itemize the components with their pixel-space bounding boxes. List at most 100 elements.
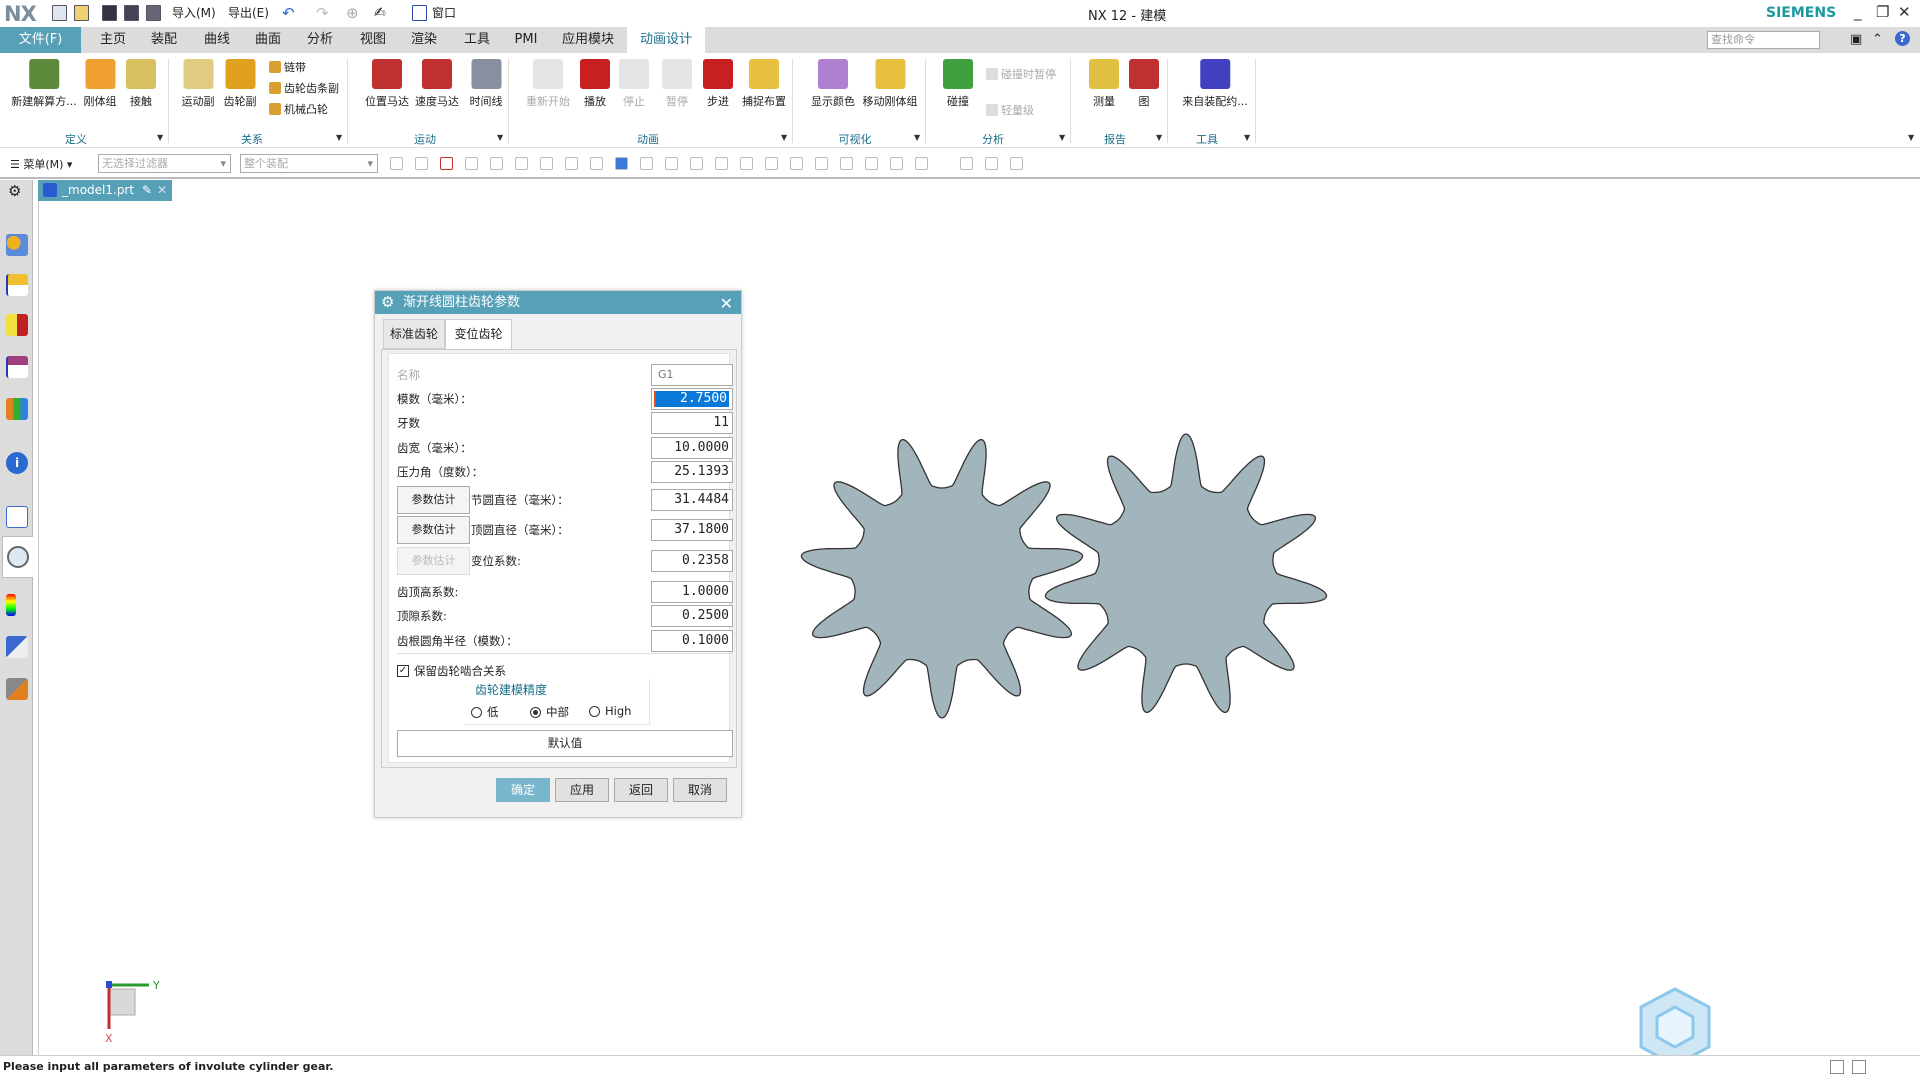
toolbar-tool-icon[interactable] [960, 157, 973, 170]
estimate-button[interactable]: 参数估计 [397, 486, 470, 514]
estimate-button[interactable]: 参数估计 [397, 516, 470, 544]
reuse-library-icon[interactable] [6, 398, 28, 420]
settings-icon[interactable]: ⚙ [8, 182, 21, 200]
group-more-icon[interactable]: ▼ [497, 133, 503, 142]
export-menu[interactable]: 导出(E) [228, 5, 269, 22]
ribbon-button[interactable]: 步进 [703, 57, 733, 109]
toolbar-tool-icon[interactable] [615, 157, 628, 170]
ribbon-button[interactable]: 速度马达 [415, 57, 459, 109]
ribbon-button[interactable]: 播放 [580, 57, 610, 109]
graphics-viewport[interactable]: Y X [38, 201, 1920, 1067]
system-scene-icon[interactable] [6, 678, 28, 700]
window-menu[interactable]: 窗口 [432, 5, 456, 22]
ribbon-button[interactable]: 碰撞 [943, 57, 973, 109]
collapse-ribbon-icon[interactable]: ⌃ [1872, 32, 1883, 47]
tab-standard-gear[interactable]: 标准齿轮 [383, 319, 445, 349]
toolbar-tool-icon[interactable] [985, 157, 998, 170]
tab-shifted-gear[interactable]: 变位齿轮 [445, 319, 512, 349]
ribbon-button[interactable]: 齿轮副 [224, 57, 257, 109]
ribbon-button[interactable]: 捕捉布置 [742, 57, 786, 109]
field-input[interactable]: 1.0000 [651, 581, 733, 603]
back-button[interactable]: 返回 [614, 778, 668, 802]
selection-filter-dropdown[interactable]: 无选择过滤器 [98, 154, 231, 173]
close-tab-icon[interactable]: ✕ [157, 180, 167, 201]
ribbon-small-button[interactable]: 齿轮齿条副 [269, 80, 339, 96]
snap-icon[interactable]: ⊕ [346, 5, 359, 22]
restore-button[interactable]: ❐ [1876, 3, 1889, 21]
menu-tab[interactable]: 视图 [351, 27, 395, 53]
group-more-icon[interactable]: ▼ [1059, 133, 1065, 142]
menu-tab[interactable]: 动画设计 [627, 27, 705, 53]
menu-tab[interactable]: 分析 [298, 27, 342, 53]
field-input[interactable]: 25.1393 [651, 461, 733, 483]
assembly-navigator-icon[interactable] [6, 274, 28, 296]
group-more-icon[interactable]: ▼ [157, 133, 163, 142]
toolbar-tool-icon[interactable] [765, 157, 778, 170]
precision-radio-option[interactable]: 低 [471, 704, 499, 720]
ok-button[interactable]: 确定 [496, 778, 550, 802]
ribbon-button[interactable]: 测量 [1089, 57, 1119, 109]
document-tab-model1[interactable]: _model1.prt ✎ ✕ [38, 180, 172, 201]
toolbar-tool-icon[interactable] [1010, 157, 1023, 170]
status-icon-2[interactable] [1852, 1060, 1866, 1074]
field-input[interactable]: 10.0000 [651, 437, 733, 459]
save-icon[interactable] [102, 5, 117, 21]
toolbar-tool-icon[interactable] [815, 157, 828, 170]
new-file-icon[interactable] [52, 5, 67, 21]
group-more-icon[interactable]: ▼ [336, 133, 342, 142]
toolbar-tool-icon[interactable] [565, 157, 578, 170]
role-icon[interactable] [6, 636, 28, 658]
radio-button[interactable] [471, 707, 482, 718]
ribbon-options-icon[interactable]: ▼ [1908, 133, 1914, 142]
field-input[interactable]: 11 [651, 412, 733, 434]
toolbar-tool-icon[interactable] [715, 157, 728, 170]
toolbar-tool-icon[interactable] [665, 157, 678, 170]
menu-tab[interactable]: 渲染 [402, 27, 446, 53]
menu-tab[interactable]: 应用模块 [553, 27, 623, 53]
menu-tab[interactable]: PMI [506, 27, 546, 53]
toolbar-tool-icon[interactable] [865, 157, 878, 170]
dialog-close-button[interactable]: ✕ [720, 292, 733, 315]
menu-tab[interactable]: 文件(F) [0, 27, 81, 53]
toolbar-tool-icon[interactable] [840, 157, 853, 170]
toolbar-tool-icon[interactable] [465, 157, 478, 170]
ribbon-button[interactable]: 新建解算方... [11, 57, 77, 109]
field-input[interactable]: 0.1000 [651, 630, 733, 652]
info-feed-icon[interactable]: i [6, 452, 28, 474]
sketch-icon[interactable]: ✍ [374, 5, 386, 22]
menu-tab[interactable]: 装配 [142, 27, 186, 53]
group-more-icon[interactable]: ▼ [914, 133, 920, 142]
menu-tab[interactable]: 主页 [91, 27, 135, 53]
field-input[interactable]: 31.4484 [651, 489, 733, 511]
field-input[interactable]: 37.1800 [651, 519, 733, 541]
field-input[interactable]: 0.2500 [651, 605, 733, 627]
ribbon-button[interactable]: 刚体组 [84, 57, 117, 109]
group-more-icon[interactable]: ▼ [1156, 133, 1162, 142]
ribbon-button[interactable]: 时间线 [470, 57, 503, 109]
close-window-button[interactable]: ✕ [1898, 3, 1911, 21]
drive-gear[interactable] [800, 438, 1084, 719]
motion-navigator-icon[interactable] [6, 234, 28, 256]
constraint-navigator-icon[interactable] [6, 314, 28, 336]
history-tab[interactable] [2, 536, 33, 578]
dialog-title-bar[interactable]: ⚙ 渐开线圆柱齿轮参数 ✕ [375, 291, 741, 314]
ribbon-display-icon[interactable]: ▣ [1850, 32, 1862, 47]
minimize-button[interactable]: _ [1854, 3, 1862, 21]
ribbon-button[interactable]: 接触 [126, 57, 156, 109]
toolbar-tool-icon[interactable] [440, 157, 453, 170]
toolbar-tool-icon[interactable] [690, 157, 703, 170]
toolbar-tool-icon[interactable] [515, 157, 528, 170]
ribbon-button[interactable]: 显示颜色 [811, 57, 855, 109]
menu-button[interactable]: ☰ 菜单(M) ▾ [10, 156, 72, 172]
menu-tab[interactable]: 曲面 [246, 27, 290, 53]
radio-button[interactable] [530, 707, 541, 718]
toolbar-tool-icon[interactable] [890, 157, 903, 170]
menu-tab[interactable]: 曲线 [195, 27, 239, 53]
part-navigator-icon[interactable] [6, 356, 28, 378]
apply-button[interactable]: 应用 [555, 778, 609, 802]
toolbar-tool-icon[interactable] [415, 157, 428, 170]
toolbar-tool-icon[interactable] [790, 157, 803, 170]
toolbar-tool-icon[interactable] [490, 157, 503, 170]
web-browser-icon[interactable] [6, 506, 28, 528]
status-icon-1[interactable] [1830, 1060, 1844, 1074]
